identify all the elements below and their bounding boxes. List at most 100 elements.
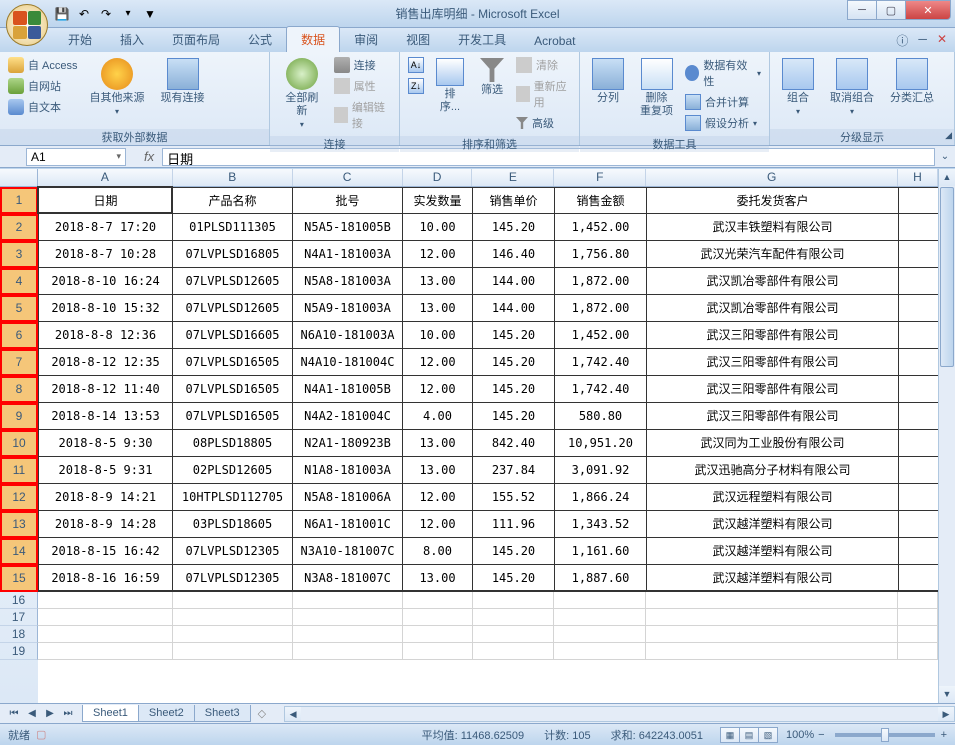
filter-qat-icon[interactable]: ▼	[142, 6, 158, 22]
data-cell[interactable]: 武汉三阳零部件有限公司	[647, 403, 899, 429]
zoom-slider[interactable]	[835, 733, 935, 737]
record-icon[interactable]: ▢	[36, 728, 46, 741]
row-header[interactable]: 18	[0, 626, 38, 643]
empty-cell[interactable]	[898, 643, 938, 659]
row-header[interactable]: 2	[0, 214, 38, 241]
data-cell[interactable]: N4A2-181004C	[293, 403, 403, 429]
data-cell[interactable]: N2A1-180923B	[293, 430, 403, 456]
scroll-left-icon[interactable]: ◀	[285, 707, 301, 721]
data-cell[interactable]: 2018-8-16 16:59	[38, 565, 173, 590]
tab-页面布局[interactable]: 页面布局	[158, 27, 234, 52]
data-cell[interactable]: 145.20	[473, 376, 555, 402]
group-button[interactable]: 组合▾	[776, 56, 820, 118]
data-cell[interactable]: 155.52	[473, 484, 555, 510]
row-header[interactable]: 3	[0, 241, 38, 268]
data-cell[interactable]: 13.00	[403, 430, 473, 456]
header-cell[interactable]: 销售金额	[555, 188, 647, 213]
row-header[interactable]: 1	[0, 187, 38, 214]
sort-desc-button[interactable]: Z↓	[406, 77, 426, 95]
data-cell[interactable]: 1,343.52	[555, 511, 647, 537]
empty-cell[interactable]	[554, 609, 646, 625]
undo-icon[interactable]: ↶	[76, 6, 92, 22]
data-cell[interactable]: 237.84	[473, 457, 555, 483]
from-other-button[interactable]: 自其他来源▾	[84, 56, 151, 118]
empty-cell[interactable]	[473, 609, 555, 625]
subtotal-button[interactable]: 分类汇总	[884, 56, 940, 107]
data-cell[interactable]: 07LVPLSD12305	[173, 538, 293, 564]
save-icon[interactable]: 💾	[54, 6, 70, 22]
empty-cell[interactable]	[173, 592, 293, 608]
row-header[interactable]: 12	[0, 484, 38, 511]
office-button[interactable]	[6, 4, 48, 46]
data-cell[interactable]: 12.00	[403, 376, 473, 402]
close-button[interactable]: ✕	[905, 0, 951, 20]
col-header[interactable]: A	[38, 169, 173, 186]
empty-cell[interactable]	[403, 643, 473, 659]
header-cell[interactable]: 实发数量	[403, 188, 473, 213]
data-cell[interactable]: N4A10-181004C	[293, 349, 403, 375]
data-cell[interactable]: 3,091.92	[555, 457, 647, 483]
empty-cell[interactable]	[173, 626, 293, 642]
close-doc-icon[interactable]: ✕	[937, 32, 947, 49]
header-cell[interactable]: 产品名称	[173, 188, 293, 213]
view-normal-button[interactable]: ▦	[720, 727, 740, 743]
expand-formula-icon[interactable]: ⌄	[935, 151, 955, 162]
vertical-scrollbar[interactable]: ▲ ▼	[938, 169, 955, 703]
data-cell[interactable]: 13.00	[403, 565, 473, 590]
sheet-tab[interactable]: Sheet3	[194, 705, 251, 722]
col-header[interactable]: H	[898, 169, 938, 186]
empty-cell[interactable]	[293, 643, 403, 659]
consolidate-button[interactable]: 合并计算	[683, 93, 763, 111]
data-cell[interactable]: 2018-8-10 16:24	[38, 268, 173, 294]
col-header[interactable]: C	[293, 169, 403, 186]
select-all-corner[interactable]	[0, 169, 38, 186]
data-cell[interactable]: 2018-8-15 16:42	[38, 538, 173, 564]
data-cell[interactable]: 1,866.24	[555, 484, 647, 510]
data-cell[interactable]: N4A1-181003A	[293, 241, 403, 267]
data-cell[interactable]: 13.00	[403, 295, 473, 321]
data-cell[interactable]: 2018-8-9 14:21	[38, 484, 173, 510]
sheet-nav-prev-icon[interactable]: ◀	[24, 708, 40, 719]
empty-cell[interactable]	[38, 643, 173, 659]
empty-cell[interactable]	[293, 609, 403, 625]
data-cell[interactable]: 2018-8-7 17:20	[38, 214, 173, 240]
data-cell[interactable]: 1,742.40	[555, 376, 647, 402]
text-to-columns-button[interactable]: 分列	[586, 56, 630, 107]
horizontal-scrollbar[interactable]: ◀ ▶	[284, 706, 955, 722]
row-header[interactable]: 11	[0, 457, 38, 484]
row-header[interactable]: 9	[0, 403, 38, 430]
data-cell[interactable]: 武汉光荣汽车配件有限公司	[647, 241, 899, 267]
empty-cell[interactable]	[38, 592, 173, 608]
data-cell[interactable]: 2018-8-12 11:40	[38, 376, 173, 402]
data-cell[interactable]: 07LVPLSD16605	[173, 322, 293, 348]
empty-cell[interactable]	[554, 643, 646, 659]
empty-cell[interactable]	[173, 609, 293, 625]
row-header[interactable]: 15	[0, 565, 38, 592]
empty-cell[interactable]	[38, 626, 173, 642]
row-header[interactable]: 6	[0, 322, 38, 349]
data-cell[interactable]: N6A1-181001C	[293, 511, 403, 537]
header-cell[interactable]: 销售单价	[473, 188, 555, 213]
row-header[interactable]: 17	[0, 609, 38, 626]
data-cell[interactable]: 2018-8-8 12:36	[38, 322, 173, 348]
data-cell[interactable]: 武汉越洋塑料有限公司	[647, 538, 899, 564]
data-cell[interactable]: 武汉三阳零部件有限公司	[647, 322, 899, 348]
empty-cell[interactable]	[898, 609, 938, 625]
tab-审阅[interactable]: 审阅	[340, 27, 392, 52]
data-cell[interactable]: 144.00	[473, 268, 555, 294]
empty-cell[interactable]	[646, 592, 898, 608]
col-header[interactable]: F	[554, 169, 646, 186]
empty-cell[interactable]	[473, 643, 555, 659]
empty-cell[interactable]	[403, 626, 473, 642]
empty-cell[interactable]	[473, 626, 555, 642]
sheet-nav-last-icon[interactable]: ⏭	[60, 708, 76, 719]
empty-cell[interactable]	[646, 626, 898, 642]
data-cell[interactable]: 4.00	[403, 403, 473, 429]
data-cell[interactable]: 武汉迅驰高分子材料有限公司	[647, 457, 899, 483]
empty-cell[interactable]	[293, 626, 403, 642]
data-cell[interactable]: 145.20	[473, 403, 555, 429]
col-header[interactable]: G	[646, 169, 898, 186]
data-cell[interactable]: 03PLSD18605	[173, 511, 293, 537]
col-header[interactable]: B	[173, 169, 293, 186]
data-cell[interactable]: 10HTPLSD112705	[173, 484, 293, 510]
